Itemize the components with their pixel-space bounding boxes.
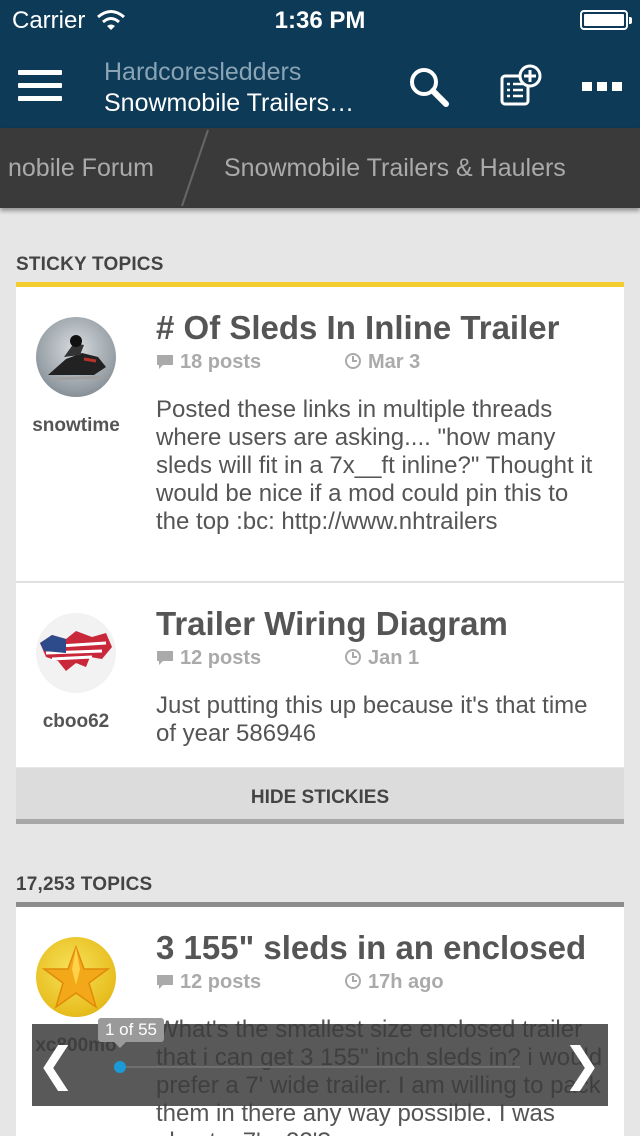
- avatar: [36, 937, 116, 1017]
- forum-name: Hardcoresledders: [104, 58, 302, 86]
- new-topic-icon[interactable]: [498, 64, 542, 108]
- comment-icon: [157, 975, 173, 989]
- topics-count-header: 17,253 TOPICS: [16, 874, 153, 895]
- topic-author[interactable]: snowtime: [16, 415, 136, 437]
- post-count: 18 posts: [180, 351, 262, 373]
- page-scrubber: ❮ 1 of 55 ❯: [32, 1018, 608, 1106]
- topic-date: Mar 3: [368, 351, 421, 373]
- snowmobile-avatar-icon: [48, 335, 106, 381]
- status-bar: Carrier 1:36 PM: [0, 0, 640, 40]
- topic-date: 17h ago: [368, 971, 444, 993]
- post-count: 12 posts: [180, 647, 262, 669]
- avatar: [36, 613, 116, 693]
- menu-icon[interactable]: [18, 70, 62, 102]
- topic-snippet: Just putting this up because it's that t…: [156, 692, 588, 747]
- page-indicator: 1 of 55: [98, 1018, 164, 1048]
- page-slider-thumb[interactable]: [114, 1061, 126, 1073]
- topic-snippet: Posted these links in multiple threads w…: [156, 396, 593, 535]
- next-page-button[interactable]: ❯: [562, 1034, 602, 1094]
- clock-icon: [345, 353, 361, 369]
- breadcrumb-separator: [181, 129, 209, 207]
- star-avatar-icon: [41, 944, 111, 1009]
- flag-map-avatar-icon: [40, 631, 112, 671]
- more-icon[interactable]: [580, 64, 624, 108]
- sticky-topics-header: STICKY TOPICS: [16, 254, 164, 275]
- page-title: Snowmobile Trailers…: [104, 89, 355, 117]
- previous-page-button[interactable]: ❮: [36, 1034, 76, 1094]
- topic-date: Jan 1: [368, 647, 420, 669]
- hide-stickies-button[interactable]: HIDE STICKIES: [16, 768, 624, 824]
- breadcrumb-item-forum[interactable]: nobile Forum: [8, 154, 154, 183]
- topic-row[interactable]: cboo62 Trailer Wiring Diagram 12 posts J…: [16, 583, 624, 767]
- comment-icon: [157, 651, 173, 665]
- comment-icon: [157, 355, 173, 369]
- clock: 1:36 PM: [274, 7, 366, 34]
- page-slider-track[interactable]: [120, 1066, 520, 1068]
- sticky-topics-list: snowtime # Of Sleds In Inline Trailer 18…: [16, 287, 624, 767]
- clock-icon: [345, 973, 361, 989]
- avatar: [36, 317, 116, 397]
- topic-author[interactable]: cboo62: [16, 711, 136, 733]
- topic-title[interactable]: # Of Sleds In Inline Trailer: [156, 309, 559, 347]
- topic-row[interactable]: snowtime # Of Sleds In Inline Trailer 18…: [16, 287, 624, 583]
- clock-icon: [345, 649, 361, 665]
- navigation-bar: Hardcoresledders Snowmobile Trailers…: [0, 40, 640, 128]
- breadcrumb-item-current[interactable]: Snowmobile Trailers & Haulers: [224, 154, 566, 183]
- search-icon[interactable]: [406, 64, 450, 108]
- breadcrumb: nobile Forum Snowmobile Trailers & Haule…: [0, 128, 640, 208]
- topic-title[interactable]: 3 155" sleds in an enclosed: [156, 929, 586, 967]
- battery-icon: [580, 10, 632, 30]
- topic-title[interactable]: Trailer Wiring Diagram: [156, 605, 508, 643]
- post-count: 12 posts: [180, 971, 262, 993]
